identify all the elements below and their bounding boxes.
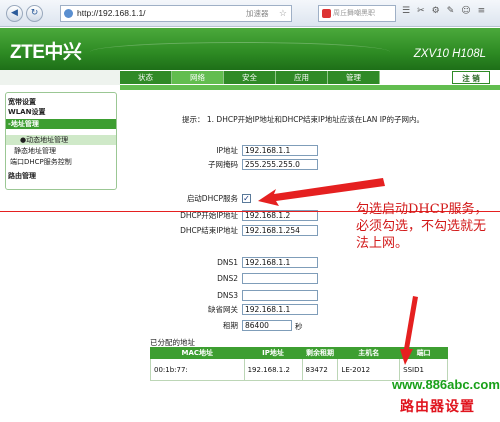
lease-field[interactable]: 86400 [242, 320, 292, 331]
dns1-field[interactable]: 192.168.1.1 [242, 257, 318, 268]
gateway-field[interactable]: 192.168.1.1 [242, 304, 318, 315]
cell-mac: 00:1b:77: [150, 358, 245, 381]
header-decoration [90, 42, 390, 62]
search-engine-icon [322, 9, 331, 18]
pin-icon[interactable]: ✎ [447, 6, 455, 16]
browser-tools: ☰ ✂ ⚙ ✎ ☺ ≡ [402, 6, 485, 16]
lease-unit: 秒 [295, 322, 303, 331]
url-text: http://192.168.1.1/ [77, 8, 146, 18]
watermark-title: 路由器设置 [400, 399, 475, 415]
dns2-label: DNS2 [217, 274, 238, 283]
dns2-field[interactable] [242, 273, 318, 284]
accelerator-label[interactable]: 加速器 [246, 6, 269, 21]
tab-spacer [0, 70, 120, 85]
tab-status[interactable]: 状态 [120, 71, 172, 84]
col-remaining: 剩余租期 [301, 347, 339, 359]
sidebar-item-routing[interactable]: 路由管理 [8, 171, 36, 181]
mask-label: 子网掩码 [208, 160, 238, 169]
search-input[interactable]: 周丘舞嘲黑职 [318, 5, 396, 22]
cell-remaining: 83472 [301, 358, 339, 381]
back-icon[interactable]: ◀ [6, 5, 23, 22]
sidebar: 宽带设置 WLAN设置 -地址管理 ●动态地址管理 静态地址管理 端口DHCP服… [5, 92, 117, 190]
menu-icon[interactable]: ☰ [402, 6, 410, 16]
sidebar-item-dynamic-address[interactable]: ●动态地址管理 [6, 135, 116, 145]
refresh-icon[interactable]: ↻ [26, 5, 43, 22]
logout-button[interactable]: 注 销 [452, 71, 490, 84]
dhcp-end-label: DHCP结束IP地址 [180, 226, 238, 235]
watermark-url: www.886abc.com [392, 377, 500, 392]
tab-application[interactable]: 应用 [276, 71, 328, 84]
address-bar[interactable]: http://192.168.1.1/ 加速器 ☆ [60, 5, 292, 22]
table-header-row: MAC地址 IP地址 剩余租期 主机名 端口 [150, 347, 448, 359]
sidebar-item-broadband[interactable]: 宽带设置 [8, 97, 36, 107]
sidebar-item-address-management[interactable]: -地址管理 [6, 119, 116, 129]
main-tabs: 状态 网络 安全 应用 管理 注 销 [0, 70, 500, 85]
sidebar-item-wlan[interactable]: WLAN设置 [8, 107, 45, 117]
gateway-label: 缺省网关 [208, 305, 238, 314]
tab-management[interactable]: 管理 [328, 71, 380, 84]
cell-host: LE-2012 [337, 358, 401, 381]
browser-toolbar: ◀ ↻ http://192.168.1.1/ 加速器 ☆ 周丘舞嘲黑职 ☰ ✂… [0, 0, 500, 27]
dns3-label: DNS3 [217, 291, 238, 300]
annotation-text: 勾选启动DHCP服务，必须勾选，不勾选就无法上网。 [356, 202, 488, 251]
scissors-icon[interactable]: ✂ [417, 6, 425, 16]
star-icon[interactable]: ☆ [279, 6, 287, 21]
dhcp-enable-checkbox[interactable]: ✓ [242, 194, 251, 203]
search-placeholder: 周丘舞嘲黑职 [333, 9, 375, 17]
sidebar-item-static-address[interactable]: 静态地址管理 [14, 146, 56, 156]
sidebar-item-port-dhcp[interactable]: 端口DHCP服务控制 [10, 157, 72, 167]
ip-label: IP地址 [216, 146, 238, 155]
lease-label: 租期 [223, 321, 238, 330]
dhcp-end-field[interactable]: 192.168.1.254 [242, 225, 318, 236]
dns1-label: DNS1 [217, 258, 238, 267]
menu-more-icon[interactable]: ≡ [478, 6, 486, 16]
hint-text: 提示： 1. DHCP开始IP地址和DHCP结束IP地址应该在LAN IP的子网… [182, 115, 424, 124]
col-ip: IP地址 [243, 347, 303, 359]
router-header: ZTE中兴 ZXV10 H108L [0, 28, 500, 70]
dhcp-enable-label: 启动DHCP服务 [186, 194, 238, 203]
model-name: ZXV10 H108L [413, 48, 486, 60]
tab-network[interactable]: 网络 [172, 71, 224, 84]
col-port: 端口 [399, 347, 448, 359]
globe-icon [64, 9, 73, 18]
dns3-field[interactable] [242, 290, 318, 301]
sub-tab-strip [120, 85, 500, 90]
lease-table: MAC地址 IP地址 剩余租期 主机名 端口 00:1b:77: 192.168… [150, 347, 448, 381]
zte-logo: ZTE中兴 [10, 42, 82, 63]
col-mac: MAC地址 [150, 347, 245, 359]
tab-security[interactable]: 安全 [224, 71, 276, 84]
col-host: 主机名 [337, 347, 401, 359]
cell-ip: 192.168.1.2 [243, 358, 303, 381]
settings-icon[interactable]: ⚙ [432, 6, 440, 16]
ip-field[interactable]: 192.168.1.1 [242, 145, 318, 156]
user-icon[interactable]: ☺ [461, 6, 470, 16]
mask-field[interactable]: 255.255.255.0 [242, 159, 318, 170]
